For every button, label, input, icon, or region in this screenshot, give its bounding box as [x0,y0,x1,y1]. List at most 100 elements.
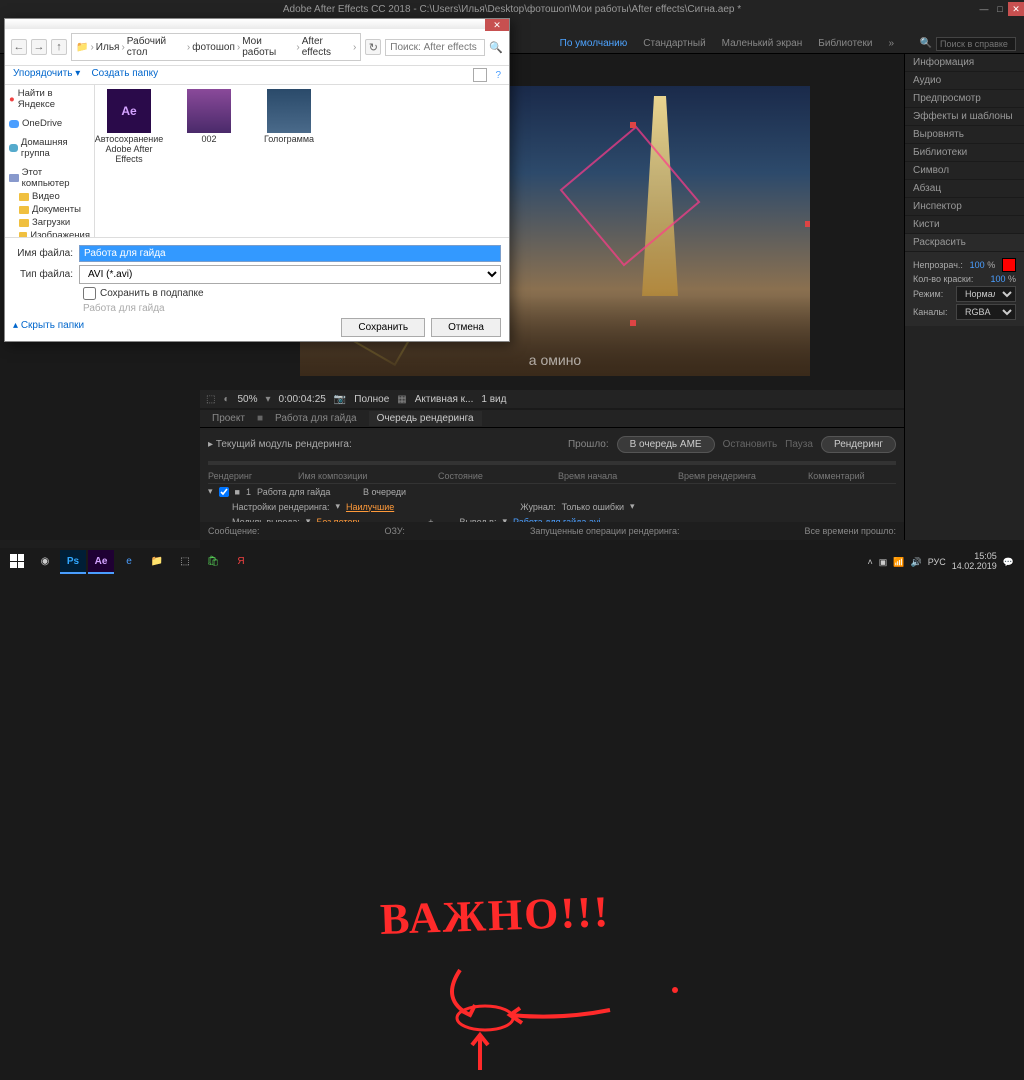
track-marker[interactable] [805,221,810,227]
flow-value[interactable]: 100 [990,274,1005,284]
sidebar-documents[interactable]: Документы [5,203,94,216]
sidebar-thispc[interactable]: Этот компьютер [5,166,94,190]
task-store[interactable]: 🛍 [200,550,226,574]
nav-up-button[interactable]: ↑ [51,39,67,55]
file-item-hologram[interactable]: Голограмма [259,89,319,145]
save-dialog: ✕ ← → ↑ 📁 › Илья› Рабочий стол› фотошоп›… [4,18,510,342]
viewer-options-icon[interactable]: ⬚ [206,394,215,405]
view-mode-button[interactable] [473,68,487,82]
tab-project[interactable]: Проект [204,411,253,426]
render-progress [208,461,896,465]
dropdown-icon[interactable]: ▾ [630,501,635,512]
subfolder-checkbox[interactable] [83,287,96,300]
sidebar-downloads[interactable]: Загрузки [5,216,94,229]
organize-button[interactable]: Упорядочить ▾ [13,68,80,79]
render-settings-label: Настройки рендеринга: [232,502,329,512]
panel-info[interactable]: Информация [905,54,1024,72]
panel-preview[interactable]: Предпросмотр [905,90,1024,108]
breadcrumb[interactable]: 📁 › Илья› Рабочий стол› фотошоп› Мои раб… [71,33,361,61]
tray-notifications-icon[interactable]: 💬 [1003,557,1014,568]
nav-forward-button[interactable]: → [31,39,47,55]
zoom-dropdown[interactable]: 50% [238,394,258,405]
views-dropdown[interactable]: 1 вид [481,394,506,405]
snapshot-icon[interactable]: 📷 [334,394,346,405]
help-icon[interactable]: ? [495,70,501,81]
mode-dropdown[interactable]: Нормальная [956,286,1016,302]
panel-character[interactable]: Символ [905,162,1024,180]
annotation-text: ВАЖНО!!! [379,886,611,945]
panel-paint[interactable]: Раскрасить [905,234,1024,252]
refresh-button[interactable]: ↻ [365,39,381,55]
task-explorer[interactable]: 📁 [144,550,170,574]
workspace-standard[interactable]: Стандартный [643,38,705,49]
render-settings-link[interactable]: Наилучшие [346,502,394,512]
color-swatch[interactable] [1002,258,1016,272]
panel-audio[interactable]: Аудио [905,72,1024,90]
render-button[interactable]: Рендеринг [821,436,896,453]
track-marker[interactable] [630,320,636,326]
expand-icon[interactable]: ▾ [208,486,213,497]
workspace-more-icon[interactable]: » [888,38,894,49]
task-steam[interactable]: ◉ [32,550,58,574]
tab-render-queue[interactable]: Очередь рендеринга [369,411,482,426]
task-yandex[interactable]: Я [228,550,254,574]
workspace-default[interactable]: По умолчанию [560,38,628,49]
current-time[interactable]: 0:00:04:25 [279,394,326,405]
panel-brushes[interactable]: Кисти [905,216,1024,234]
track-marker[interactable] [630,122,636,128]
sidebar-onedrive[interactable]: OneDrive [5,117,94,130]
maximize-button[interactable]: □ [992,2,1008,16]
cancel-button[interactable]: Отмена [431,318,501,337]
active-camera-dropdown[interactable]: Активная к... [415,394,474,405]
start-button[interactable] [4,550,30,574]
tab-composition[interactable]: Работа для гайда [267,411,365,426]
panel-align[interactable]: Выровнять [905,126,1024,144]
resolution-dropdown[interactable]: Полное [354,394,389,405]
tray-volume-icon[interactable]: 🔊 [910,557,921,568]
filetype-dropdown[interactable]: AVI (*.avi) [79,265,501,284]
sidebar-videos[interactable]: Видео [5,190,94,203]
sidebar-homegroup[interactable]: Домашняя группа [5,136,94,160]
panel-libraries[interactable]: Библиотеки [905,144,1024,162]
neon-triangle-pink [560,126,701,267]
save-button[interactable]: Сохранить [341,318,425,337]
opacity-value[interactable]: 100 [970,260,985,270]
task-app1[interactable]: ⬚ [172,550,198,574]
grid-icon[interactable]: ▦ [397,394,406,405]
file-item-autosave[interactable]: Ae Автосохранение Adobe After Effects [99,89,159,165]
panel-paragraph[interactable]: Абзац [905,180,1024,198]
task-aftereffects[interactable]: Ae [88,550,114,574]
dialog-search-input[interactable] [385,39,485,56]
help-search-input[interactable] [936,37,1016,51]
workspace-small[interactable]: Маленький экран [722,38,803,49]
new-folder-button[interactable]: Создать папку [91,68,158,79]
tray-lang[interactable]: РУС [928,557,946,567]
channels-dropdown[interactable]: RGBA [956,304,1016,320]
log-dropdown[interactable]: Только ошибки [562,502,624,512]
filetype-label: Тип файла: [13,269,73,280]
titlebar: Adobe After Effects CC 2018 - C:\Users\И… [0,0,1024,18]
minimize-button[interactable]: — [976,2,992,16]
hide-folders-button[interactable]: ▴ Скрыть папки [13,318,84,333]
tray-app-icon[interactable]: ▣ [879,557,888,568]
sidebar-yandex[interactable]: ●Найти в Яндексе [5,87,94,111]
close-button[interactable]: ✕ [1008,2,1024,16]
tray-network-icon[interactable]: 📶 [893,557,904,568]
footer-queued-label: Запущенные операции рендеринга: [530,526,679,536]
nav-back-button[interactable]: ← [11,39,27,55]
filename-input[interactable] [79,245,501,262]
task-photoshop[interactable]: Ps [60,550,86,574]
sidebar-pictures[interactable]: Изображения [5,229,94,237]
workspace-libraries[interactable]: Библиотеки [818,38,872,49]
tray-expand-icon[interactable]: ˄ [867,557,872,567]
render-item-checkbox[interactable] [219,487,229,497]
ame-queue-button[interactable]: В очередь AME [617,436,715,453]
expand-icon[interactable]: ▾ [335,501,340,512]
task-ie[interactable]: e [116,550,142,574]
dialog-close-button[interactable]: ✕ [485,19,509,31]
panel-tracker[interactable]: Инспектор [905,198,1024,216]
panel-effects[interactable]: Эффекты и шаблоны [905,108,1024,126]
viewer-mask-icon[interactable]: ◐ [223,394,229,405]
tray-clock[interactable]: 15:05 14.02.2019 [952,552,997,572]
file-item-002[interactable]: 002 [179,89,239,145]
